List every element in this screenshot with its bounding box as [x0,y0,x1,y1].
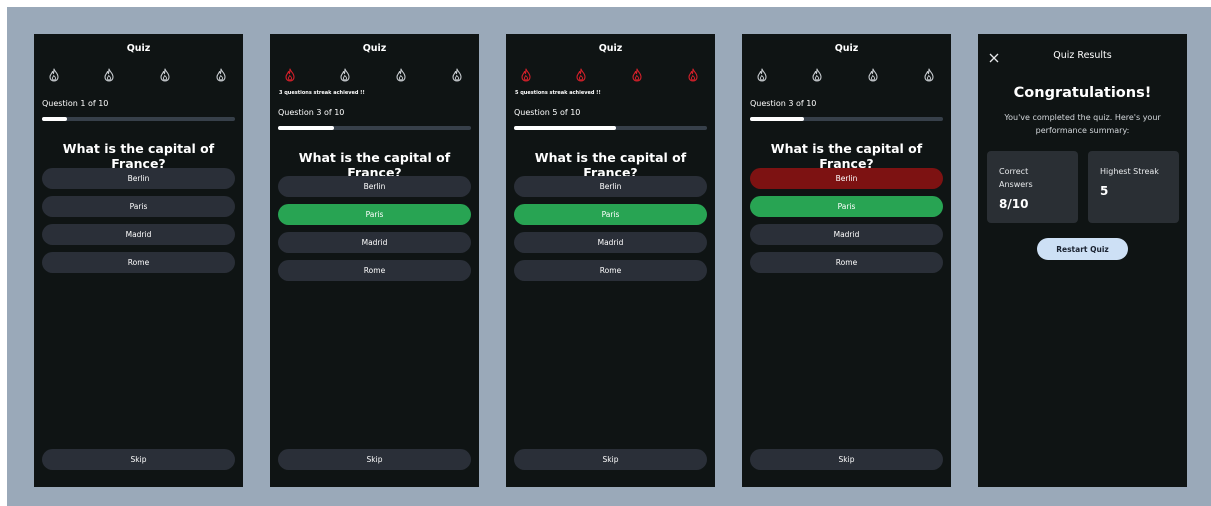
streak-flames [520,68,701,84]
flame-icon [159,68,171,82]
answer-option[interactable]: Madrid [514,232,707,253]
progress-fill [750,117,805,121]
skip-button[interactable]: Skip [514,449,707,470]
streak-flames [756,68,937,84]
restart-quiz-button[interactable]: Restart Quiz [1037,238,1128,260]
screen-title: Quiz [362,43,387,54]
streak-flames [48,68,229,84]
flame-icon [339,68,351,82]
answer-option[interactable]: Rome [750,252,943,273]
quiz-screen: Quiz Question 3 of 10 What is the capita… [742,34,951,487]
answer-option[interactable]: Madrid [42,224,235,245]
streak-message: 3 questions streak achieved !! [279,90,365,96]
screen-title: Quiz [834,43,859,54]
flame-icon [923,68,935,82]
flame-icon [103,68,115,82]
progress-bar [42,117,235,121]
answer-option[interactable]: Berlin [278,176,471,197]
flame-icon [48,68,60,82]
screen-title: Quiz [126,43,151,54]
answer-option[interactable]: Berlin [514,176,707,197]
flame-icon [395,68,407,82]
answer-option[interactable]: Madrid [278,232,471,253]
quiz-screen: Quiz 3 questions streak achieved !! Ques… [270,34,479,487]
screen-title: Quiz [598,43,623,54]
progress-fill [278,126,334,130]
flame-icon [756,68,768,82]
question-counter: Question 5 of 10 [514,108,581,117]
question-text: What is the capital of France? [62,141,215,171]
correct-answers-label: Correct Answers [999,167,1033,189]
flame-icon [284,68,296,82]
progress-fill [514,126,617,130]
flame-icon [575,68,587,82]
question-counter: Question 3 of 10 [278,108,345,117]
streak-flames [284,68,465,84]
answer-option[interactable]: Rome [514,260,707,281]
question-counter: Question 3 of 10 [750,99,817,108]
answer-option[interactable]: Paris [278,204,471,225]
skip-button[interactable]: Skip [42,449,235,470]
question-text: What is the capital of France? [770,141,923,171]
skip-button[interactable]: Skip [278,449,471,470]
answer-option[interactable]: Rome [278,260,471,281]
highest-streak-value: 5 [1100,184,1109,198]
flame-icon [811,68,823,82]
answer-option[interactable]: Paris [42,196,235,217]
correct-answers-value: 8/10 [999,197,1029,211]
flame-icon [631,68,643,82]
correct-answers-card: Correct Answers 8/10 [987,151,1078,223]
question-counter: Question 1 of 10 [42,99,109,108]
flame-icon [451,68,463,82]
answer-option[interactable]: Berlin [42,168,235,189]
answer-option[interactable]: Paris [750,196,943,217]
streak-message: 5 questions streak achieved !! [515,90,601,96]
answer-option[interactable]: Paris [514,204,707,225]
progress-fill [42,117,68,121]
progress-bar [278,126,471,130]
answer-option[interactable]: Berlin [750,168,943,189]
answer-option[interactable]: Rome [42,252,235,273]
congrats-heading: Congratulations! [1013,85,1152,101]
quiz-screen: Quiz Question 1 of 10 What is the capita… [34,34,243,487]
results-title: Quiz Results [1053,50,1112,61]
skip-button[interactable]: Skip [750,449,943,470]
flame-icon [215,68,227,82]
flame-icon [520,68,532,82]
flame-icon [687,68,699,82]
results-screen: Quiz Results Congratulations! You've com… [978,34,1187,487]
highest-streak-label: Highest Streak [1100,167,1159,176]
quiz-screen: Quiz 5 questions streak achieved !! Ques… [506,34,715,487]
answer-option[interactable]: Madrid [750,224,943,245]
progress-bar [750,117,943,121]
highest-streak-card: Highest Streak 5 [1088,151,1179,223]
progress-bar [514,126,707,130]
flame-icon [867,68,879,82]
summary-text: You've completed the quiz. Here's your p… [1004,113,1161,135]
